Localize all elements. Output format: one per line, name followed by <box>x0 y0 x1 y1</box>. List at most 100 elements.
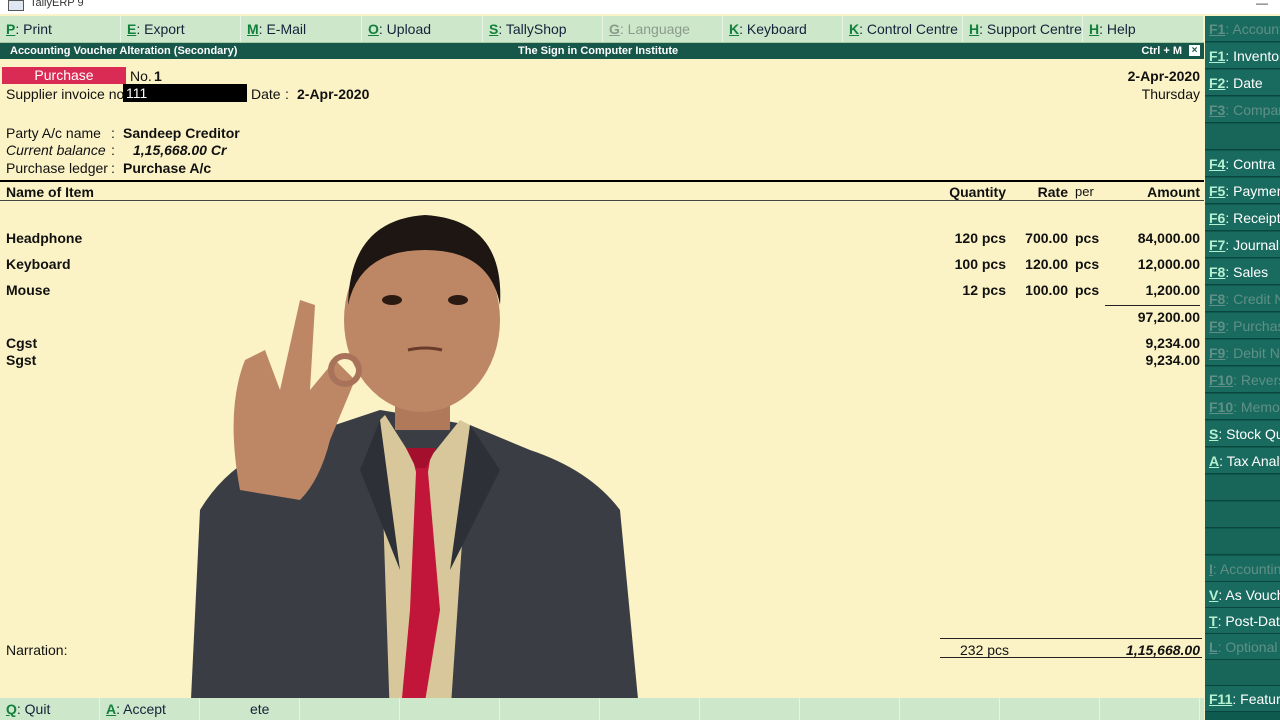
panel-button-accounting[interactable]: F1: Accounting <box>1205 16 1280 42</box>
panel-label: : As Vouch <box>1218 587 1280 603</box>
panel-spacer <box>1205 124 1280 150</box>
voucher-no-value: 1 <box>154 68 162 84</box>
panel-button-debitno[interactable]: F9: Debit No <box>1205 340 1280 366</box>
panel-button-creditno[interactable]: F8: Credit No <box>1205 286 1280 312</box>
menu-item-email[interactable]: M: E-Mail <box>241 16 362 42</box>
bottom-button-empty <box>800 698 900 720</box>
menu-item-language[interactable]: G: Language <box>603 16 723 42</box>
bottom-button-ete[interactable]: ete <box>200 698 300 720</box>
col-quantity-header: Quantity <box>949 184 1006 200</box>
panel-label: : Reversing <box>1233 372 1280 388</box>
voucher-header-bar: Accounting Voucher Alteration (Secondary… <box>0 43 1204 59</box>
menu-item-supportcentre[interactable]: H: Support Centre <box>963 16 1083 42</box>
menu-item-export[interactable]: E: Export <box>121 16 241 42</box>
item-rate[interactable]: 700.00 <box>1025 230 1068 246</box>
tax-cgst-name[interactable]: Cgst <box>6 335 37 351</box>
bottom-button-empty <box>1000 698 1100 720</box>
bottom-button-accept[interactable]: A: Accept <box>100 698 200 720</box>
panel-button-memos[interactable]: F10: Memos <box>1205 394 1280 420</box>
ledger-colon: : <box>111 160 115 176</box>
col-per-header: per <box>1075 184 1094 199</box>
table-top-rule <box>0 180 1204 182</box>
panel-button-stockqu[interactable]: S: Stock Qu <box>1205 421 1280 447</box>
panel-button-optional[interactable]: L: Optional <box>1205 634 1280 660</box>
tax-cgst-amount[interactable]: 9,234.00 <box>1146 335 1201 351</box>
panel-button-feature[interactable]: F11: Feature <box>1205 686 1280 712</box>
panel-button-accounting[interactable]: I: Accounting <box>1205 556 1280 582</box>
panel-label: : Journal <box>1225 237 1280 253</box>
panel-button-sales[interactable]: F8: Sales <box>1205 259 1280 285</box>
item-amount[interactable]: 84,000.00 <box>1138 230 1200 246</box>
bottom-button-quit[interactable]: Q: Quit <box>0 698 100 720</box>
voucher-date-top[interactable]: 2-Apr-2020 <box>1128 68 1200 84</box>
panel-button-taxanaly[interactable]: A: Tax Analy <box>1205 448 1280 474</box>
menu-item-tallyshop[interactable]: S: TallyShop <box>483 16 603 42</box>
panel-label: : Company <box>1225 102 1280 118</box>
panel-label: : Contra <box>1225 156 1276 172</box>
menu-label: : Support Centre <box>979 21 1082 37</box>
menu-shortcut-key: E <box>127 21 137 37</box>
panel-label: : Inventory V <box>1225 48 1280 64</box>
panel-button-payment[interactable]: F5: Payment <box>1205 178 1280 204</box>
party-label: Party A/c name <box>6 125 101 141</box>
panel-button-receipt[interactable]: F6: Receipt <box>1205 205 1280 231</box>
balance-colon: : <box>111 142 115 158</box>
item-quantity[interactable]: 120 pcs <box>955 230 1006 246</box>
top-menubar: P: Print E: Export M: E-Mail O: Upload S: Ta… <box>0 16 1204 43</box>
menu-item-help[interactable]: H: Help <box>1083 16 1204 42</box>
item-per[interactable]: pcs <box>1075 282 1099 298</box>
panel-label: : Accounting <box>1212 561 1280 577</box>
menu-item-controlcentre[interactable]: K: Control Centre <box>843 16 963 42</box>
panel-button-reversing[interactable]: F10: Reversing <box>1205 367 1280 393</box>
tax-sgst-amount[interactable]: 9,234.00 <box>1146 352 1201 368</box>
party-value[interactable]: Sandeep Creditor <box>123 125 240 141</box>
menu-label: : Upload <box>378 21 432 37</box>
panel-button-journal[interactable]: F7: Journal <box>1205 232 1280 258</box>
panel-label: : Receipt <box>1225 210 1280 226</box>
tax-sgst-name[interactable]: Sgst <box>6 352 36 368</box>
item-name[interactable]: Keyboard <box>6 256 71 272</box>
menu-item-keyboard[interactable]: K: Keyboard <box>723 16 843 42</box>
supplier-invoice-input[interactable] <box>123 84 247 102</box>
voucher-type-badge[interactable]: Purchase <box>2 67 126 84</box>
panel-button-date[interactable]: F2: Date <box>1205 70 1280 96</box>
panel-button-asvouch[interactable]: V: As Vouch <box>1205 582 1280 608</box>
item-name[interactable]: Mouse <box>6 282 50 298</box>
tally-app-icon <box>8 0 24 11</box>
bottom-shortcut-key: A <box>106 701 117 717</box>
date-value[interactable]: 2-Apr-2020 <box>297 86 369 102</box>
item-name[interactable]: Headphone <box>6 230 82 246</box>
menu-item-print[interactable]: P: Print <box>0 16 121 42</box>
bottom-buttonbar: Q: Quit A: Accept ete <box>0 698 1204 720</box>
item-rate[interactable]: 120.00 <box>1025 256 1068 272</box>
item-rate[interactable]: 100.00 <box>1025 282 1068 298</box>
panel-label: : Post-Date <box>1217 613 1280 629</box>
panel-button-postdate[interactable]: T: Post-Date <box>1205 608 1280 634</box>
panel-label: : Accounting <box>1225 21 1280 37</box>
item-per[interactable]: pcs <box>1075 256 1099 272</box>
bottom-button-empty <box>700 698 800 720</box>
col-amount-header: Amount <box>1147 184 1200 200</box>
ledger-value[interactable]: Purchase A/c <box>123 160 211 176</box>
panel-button-inventoryv[interactable]: F1: Inventory V <box>1205 43 1280 69</box>
item-quantity[interactable]: 100 pcs <box>955 256 1006 272</box>
panel-shortcut-key: F9 <box>1209 345 1226 361</box>
item-quantity[interactable]: 12 pcs <box>962 282 1006 298</box>
minimize-button[interactable]: — <box>1256 0 1268 9</box>
item-amount[interactable]: 12,000.00 <box>1138 256 1200 272</box>
item-amount[interactable]: 1,200.00 <box>1146 282 1201 298</box>
menu-label: : Print <box>15 21 52 37</box>
panel-shortcut-key: F7 <box>1209 237 1226 253</box>
menu-shortcut-key: O <box>368 21 379 37</box>
close-icon[interactable]: × <box>1189 45 1200 56</box>
item-per[interactable]: pcs <box>1075 230 1099 246</box>
panel-shortcut-key: F1 <box>1209 48 1226 64</box>
panel-button-company[interactable]: F3: Company <box>1205 97 1280 123</box>
panel-button-purchase[interactable]: F9: Purchase <box>1205 313 1280 339</box>
panel-spacer <box>1205 660 1280 686</box>
panel-shortcut-key: T <box>1209 613 1218 629</box>
narration-label: Narration: <box>6 642 68 658</box>
menu-item-upload[interactable]: O: Upload <box>362 16 483 42</box>
voucher-day: Thursday <box>1141 86 1200 102</box>
panel-button-contra[interactable]: F4: Contra <box>1205 151 1280 177</box>
